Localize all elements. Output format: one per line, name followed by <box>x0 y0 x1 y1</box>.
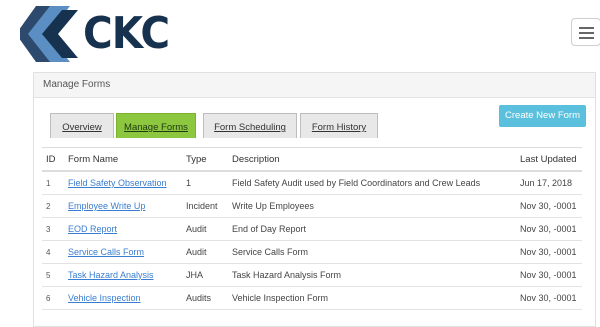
create-new-form-button[interactable]: Create New Form <box>499 105 586 127</box>
row-id: 5 <box>42 263 64 287</box>
header-form-name: Form Name <box>64 147 182 172</box>
row-id: 3 <box>42 217 64 241</box>
table-row: 4 Service Calls Form Audit Service Calls… <box>42 240 582 264</box>
table-header-row: ID Form Name Type Description Last Updat… <box>42 147 582 172</box>
row-description: Task Hazard Analysis Form <box>228 263 516 287</box>
tab-form-history[interactable]: Form History <box>300 113 378 138</box>
table-row: 2 Employee Write Up Incident Write Up Em… <box>42 194 582 218</box>
form-name-link[interactable]: Field Safety Observation <box>68 178 167 188</box>
row-type: JHA <box>182 263 228 287</box>
row-description: Field Safety Audit used by Field Coordin… <box>228 171 516 195</box>
chevron-logo-icon <box>20 6 78 62</box>
row-type: 1 <box>182 171 228 195</box>
row-id: 2 <box>42 194 64 218</box>
table-row: 5 Task Hazard Analysis JHA Task Hazard A… <box>42 263 582 287</box>
form-name-link[interactable]: EOD Report <box>68 224 117 234</box>
forms-table: ID Form Name Type Description Last Updat… <box>42 147 582 310</box>
row-type: Incident <box>182 194 228 218</box>
row-type: Audit <box>182 217 228 241</box>
row-id: 6 <box>42 286 64 310</box>
ckc-logo[interactable]: CKC <box>20 6 180 62</box>
row-last-updated: Nov 30, -0001 <box>516 263 582 287</box>
hamburger-menu-button[interactable] <box>571 18 600 46</box>
manage-forms-panel: Manage Forms Overview Manage Forms Form … <box>33 72 596 327</box>
form-name-link[interactable]: Task Hazard Analysis <box>68 270 154 280</box>
row-last-updated: Nov 30, -0001 <box>516 286 582 310</box>
panel-title: Manage Forms <box>34 73 595 98</box>
header-id: ID <box>42 147 64 172</box>
row-description: End of Day Report <box>228 217 516 241</box>
hamburger-menu-icon <box>579 27 594 29</box>
tab-form-scheduling[interactable]: Form Scheduling <box>203 113 297 138</box>
tab-overview[interactable]: Overview <box>50 113 114 138</box>
header-description: Description <box>228 147 516 172</box>
row-id: 1 <box>42 171 64 195</box>
form-name-link[interactable]: Service Calls Form <box>68 247 144 257</box>
table-row: 1 Field Safety Observation 1 Field Safet… <box>42 171 582 195</box>
row-last-updated: Nov 30, -0001 <box>516 217 582 241</box>
tab-manage-forms[interactable]: Manage Forms <box>116 113 196 138</box>
logo-text: CKC <box>83 8 170 59</box>
form-name-link[interactable]: Employee Write Up <box>68 201 145 211</box>
row-type: Audit <box>182 240 228 264</box>
row-description: Write Up Employees <box>228 194 516 218</box>
row-id: 4 <box>42 240 64 264</box>
row-description: Vehicle Inspection Form <box>228 286 516 310</box>
row-description: Service Calls Form <box>228 240 516 264</box>
row-last-updated: Nov 30, -0001 <box>516 194 582 218</box>
row-type: Audits <box>182 286 228 310</box>
row-last-updated: Jun 17, 2018 <box>516 171 582 195</box>
header-last-updated: Last Updated <box>516 147 582 172</box>
header-type: Type <box>182 147 228 172</box>
table-row: 3 EOD Report Audit End of Day Report Nov… <box>42 217 582 241</box>
form-name-link[interactable]: Vehicle Inspection <box>68 293 141 303</box>
table-row: 6 Vehicle Inspection Audits Vehicle Insp… <box>42 286 582 310</box>
row-last-updated: Nov 30, -0001 <box>516 240 582 264</box>
